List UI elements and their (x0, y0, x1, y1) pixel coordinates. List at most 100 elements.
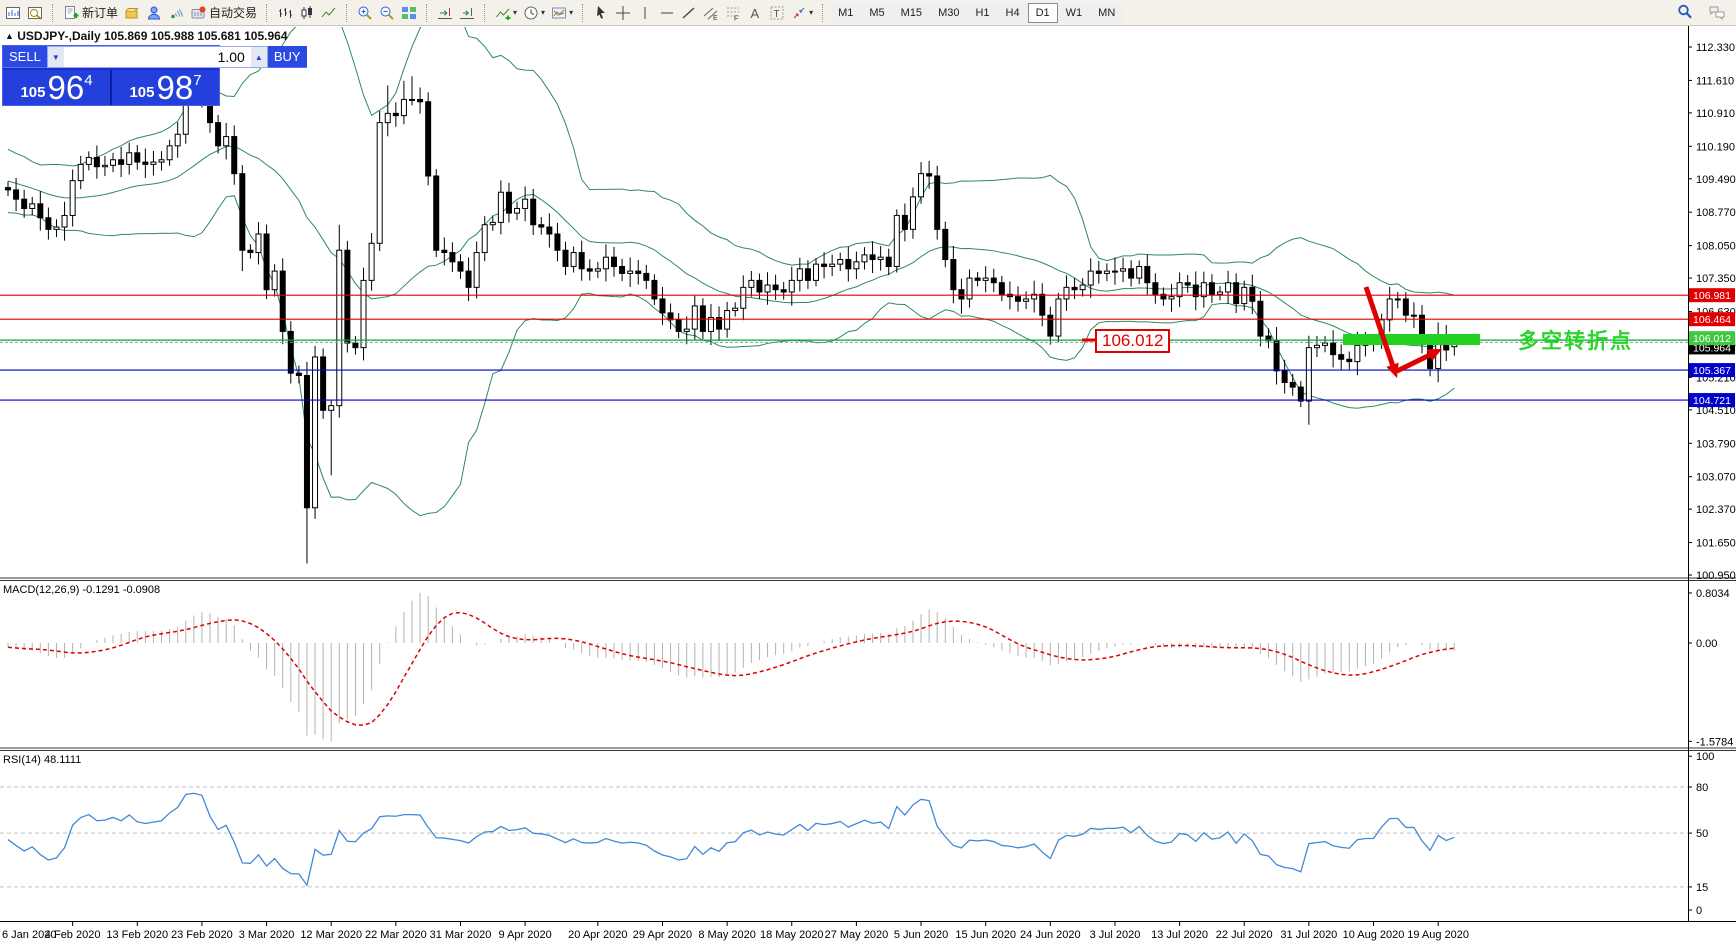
timeframe-w1-button[interactable]: W1 (1058, 3, 1091, 23)
text-label-button[interactable]: T (766, 2, 788, 24)
trendline-icon (681, 5, 697, 21)
svg-text:106.464: 106.464 (1693, 314, 1731, 326)
new-order-button[interactable]: 新订单 (60, 2, 121, 24)
timeframe-mn-button[interactable]: MN (1090, 3, 1123, 23)
svg-text:103.790: 103.790 (1696, 438, 1736, 450)
sell-price-box[interactable]: 105 96 4 (3, 70, 112, 105)
price-level-callout[interactable]: 106.012 (1095, 329, 1170, 353)
new-chart-button[interactable] (2, 2, 24, 24)
sell-price-figure: 105 (20, 84, 45, 101)
horizontal-line-icon (659, 5, 675, 21)
toolbar-separator (484, 4, 486, 22)
templates-button[interactable]: ▾ (548, 2, 576, 24)
market-watch-icon (124, 5, 140, 21)
signals-button[interactable] (165, 2, 187, 24)
timeframe-m1-button[interactable]: M1 (830, 3, 861, 23)
market-watch-button[interactable] (121, 2, 143, 24)
svg-text:15: 15 (1696, 882, 1708, 894)
level-lines[interactable] (0, 295, 1688, 400)
equidistant-channel-icon: E (703, 5, 719, 21)
bar-chart-button[interactable] (274, 2, 296, 24)
svg-text:5 Jun 2020: 5 Jun 2020 (894, 929, 948, 941)
svg-text:0.00: 0.00 (1696, 638, 1717, 650)
toolbar-separator (822, 4, 824, 22)
horizontal-line-button[interactable] (656, 2, 678, 24)
auto-scroll-icon (437, 5, 453, 21)
timeframe-h1-button[interactable]: H1 (967, 3, 997, 23)
community-button[interactable] (143, 2, 165, 24)
svg-text:108.050: 108.050 (1696, 241, 1736, 253)
timeframe-m30-button[interactable]: M30 (930, 3, 967, 23)
zoom-out-icon (379, 5, 395, 21)
svg-text:29 Apr 2020: 29 Apr 2020 (633, 929, 692, 941)
timeframe-m5-button[interactable]: M5 (861, 3, 892, 23)
timeframe-d1-button[interactable]: D1 (1028, 3, 1058, 23)
svg-text:19 Aug 2020: 19 Aug 2020 (1407, 929, 1469, 941)
buy-price-figure: 105 (129, 84, 154, 101)
chart-title: ▲ USDJPY-,Daily 105.869 105.988 105.681 … (5, 29, 288, 43)
zoom-in-button[interactable] (354, 2, 376, 24)
volume-decrease-icon[interactable]: ▼ (48, 47, 64, 67)
volume-input[interactable] (64, 47, 251, 67)
toolbar-separator (426, 4, 428, 22)
fibonacci-icon: F (725, 5, 741, 21)
periods-icon (523, 5, 539, 21)
tile-windows-icon (401, 5, 417, 21)
chat-button[interactable] (1706, 1, 1728, 23)
volume-increase-icon[interactable]: ▲ (251, 47, 267, 67)
zoom-out-button[interactable] (376, 2, 398, 24)
svg-text:50: 50 (1696, 828, 1708, 840)
symbol-direction-icon: ▲ (5, 31, 14, 41)
text-button[interactable]: A (744, 2, 766, 24)
timeframe-h4-button[interactable]: H4 (998, 3, 1028, 23)
cursor-button[interactable] (590, 2, 612, 24)
svg-text:80: 80 (1696, 782, 1708, 794)
svg-text:100.950: 100.950 (1696, 570, 1736, 582)
fibonacci-button[interactable]: F (722, 2, 744, 24)
arrows-button[interactable]: ▾ (788, 2, 816, 24)
periods-button[interactable]: ▾ (520, 2, 548, 24)
toolbar-separator (346, 4, 348, 22)
svg-text:13 Feb 2020: 13 Feb 2020 (106, 929, 168, 941)
sell-button[interactable]: SELL (3, 46, 47, 68)
indicators-button[interactable]: ▾ (492, 2, 520, 24)
buy-button[interactable]: BUY (268, 46, 307, 68)
vertical-line-button[interactable] (634, 2, 656, 24)
auto-trading-button[interactable]: 自动交易 (187, 2, 260, 24)
main-toolbar: 新订单自动交易▾▾▾EFAT▾M1M5M15M30H1H4D1W1MN (0, 0, 1736, 26)
line-chart-button[interactable] (318, 2, 340, 24)
svg-text:18 May 2020: 18 May 2020 (760, 929, 824, 941)
search-button[interactable] (1674, 1, 1696, 23)
chart-axes: 112.330111.610110.910110.190109.490108.7… (0, 26, 1736, 942)
timeframe-m15-button[interactable]: M15 (893, 3, 930, 23)
svg-text:27 May 2020: 27 May 2020 (825, 929, 889, 941)
crosshair-icon (615, 5, 631, 21)
candle-chart-icon (299, 5, 315, 21)
svg-text:108.770: 108.770 (1696, 207, 1736, 219)
trendline-button[interactable] (678, 2, 700, 24)
trading-platform-window: { "toolbar": { "groups": [ {"items":[{"i… (0, 0, 1736, 942)
svg-text:10 Aug 2020: 10 Aug 2020 (1343, 929, 1405, 941)
chart-canvas[interactable]: 112.330111.610110.910110.190109.490108.7… (0, 0, 1736, 942)
ohlc-values: 105.869 105.988 105.681 105.964 (104, 29, 288, 43)
equidistant-channel-button[interactable]: E (700, 2, 722, 24)
chart-profiles-button[interactable] (24, 2, 46, 24)
support-zone-bar[interactable] (1343, 334, 1480, 345)
svg-text:E: E (713, 15, 718, 21)
line-chart-icon (321, 5, 337, 21)
auto-trading-icon (190, 5, 206, 21)
svg-text:104.721: 104.721 (1693, 395, 1731, 407)
svg-text:3 Mar 2020: 3 Mar 2020 (239, 929, 295, 941)
auto-scroll-button[interactable] (434, 2, 456, 24)
candle-chart-button[interactable] (296, 2, 318, 24)
buy-price-box[interactable]: 105 98 7 (112, 70, 219, 105)
tile-windows-button[interactable] (398, 2, 420, 24)
arrows-icon (791, 5, 807, 21)
indicators-icon (495, 5, 511, 21)
chart-shift-button[interactable] (456, 2, 478, 24)
one-click-trade-panel: SELL ▼ ▲ BUY 105 96 4 105 98 7 (2, 45, 220, 106)
buy-price-point: 7 (193, 72, 201, 89)
sell-price-pips: 96 (47, 71, 84, 104)
crosshair-button[interactable] (612, 2, 634, 24)
turning-point-annotation[interactable]: 多空转折点 (1518, 325, 1633, 355)
